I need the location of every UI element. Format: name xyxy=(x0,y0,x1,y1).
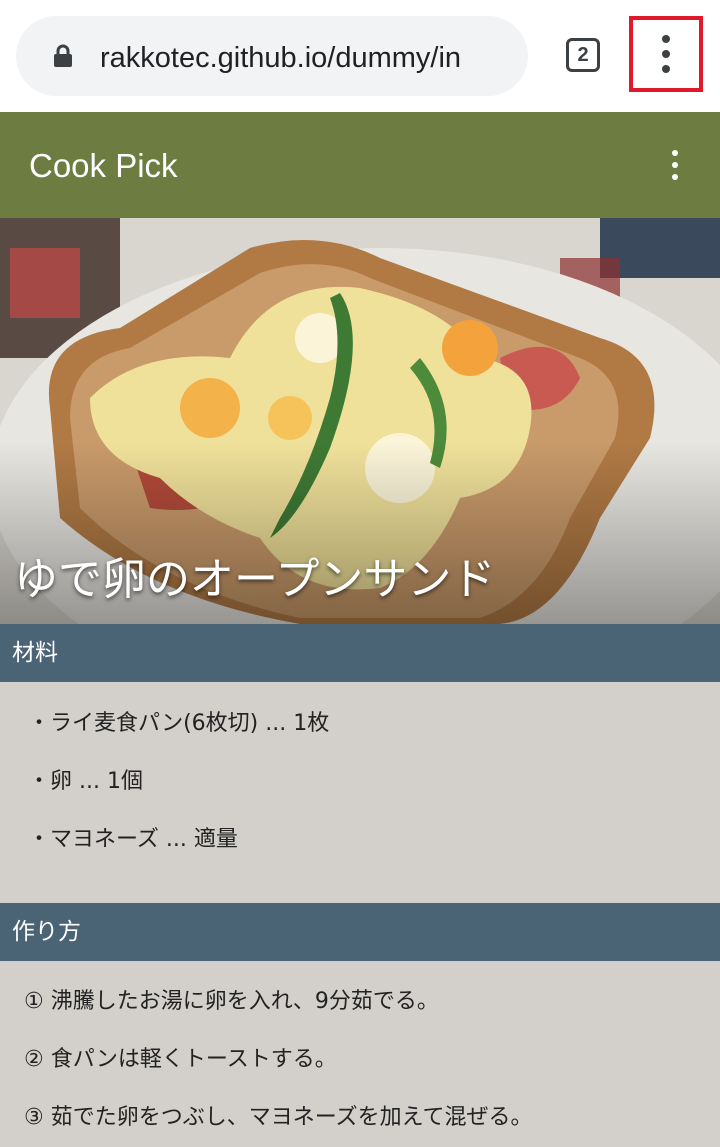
app-menu-button[interactable] xyxy=(660,142,690,188)
app-title: Cook Pick xyxy=(29,147,178,184)
steps-heading: 作り方 xyxy=(12,919,81,945)
recipe-hero: ゆで卵のオープンサンド xyxy=(0,218,720,624)
list-item: ・ライ麦食パン(6枚切) ... 1枚 xyxy=(28,711,330,736)
tab-switcher-button[interactable]: 2 xyxy=(566,38,600,72)
recipe-title: ゆで卵のオープンサンド xyxy=(14,554,496,605)
list-item: ① 沸騰したお湯に卵を入れ、9分茹でる。 xyxy=(24,989,439,1014)
more-vert-icon xyxy=(672,150,678,156)
list-item: ・マヨネーズ ... 適量 xyxy=(28,827,238,852)
list-item: ② 食パンは軽くトーストする。 xyxy=(24,1047,337,1072)
steps-header: 作り方 xyxy=(0,903,720,961)
browser-toolbar: rakkotec.github.io/dummy/in 2 xyxy=(0,0,720,112)
steps-list: ① 沸騰したお湯に卵を入れ、9分茹でる。 ② 食パンは軽くトーストする。 ③ 茹… xyxy=(0,973,720,1147)
ingredients-list: ・ライ麦食パン(6枚切) ... 1枚 ・卵 ... 1個 ・マヨネーズ ...… xyxy=(0,695,720,869)
more-vert-icon xyxy=(633,20,699,88)
ingredients-header: 材料 xyxy=(0,624,720,682)
lock-icon xyxy=(54,44,72,67)
ingredients-heading: 材料 xyxy=(12,640,58,666)
url-text[interactable]: rakkotec.github.io/dummy/in xyxy=(100,38,510,78)
browser-menu-button[interactable] xyxy=(629,16,703,92)
list-item: ・卵 ... 1個 xyxy=(28,769,143,794)
app-header: Cook Pick xyxy=(0,112,720,218)
list-item: ③ 茹でた卵をつぶし、マヨネーズを加えて混ぜる。 xyxy=(24,1105,533,1130)
